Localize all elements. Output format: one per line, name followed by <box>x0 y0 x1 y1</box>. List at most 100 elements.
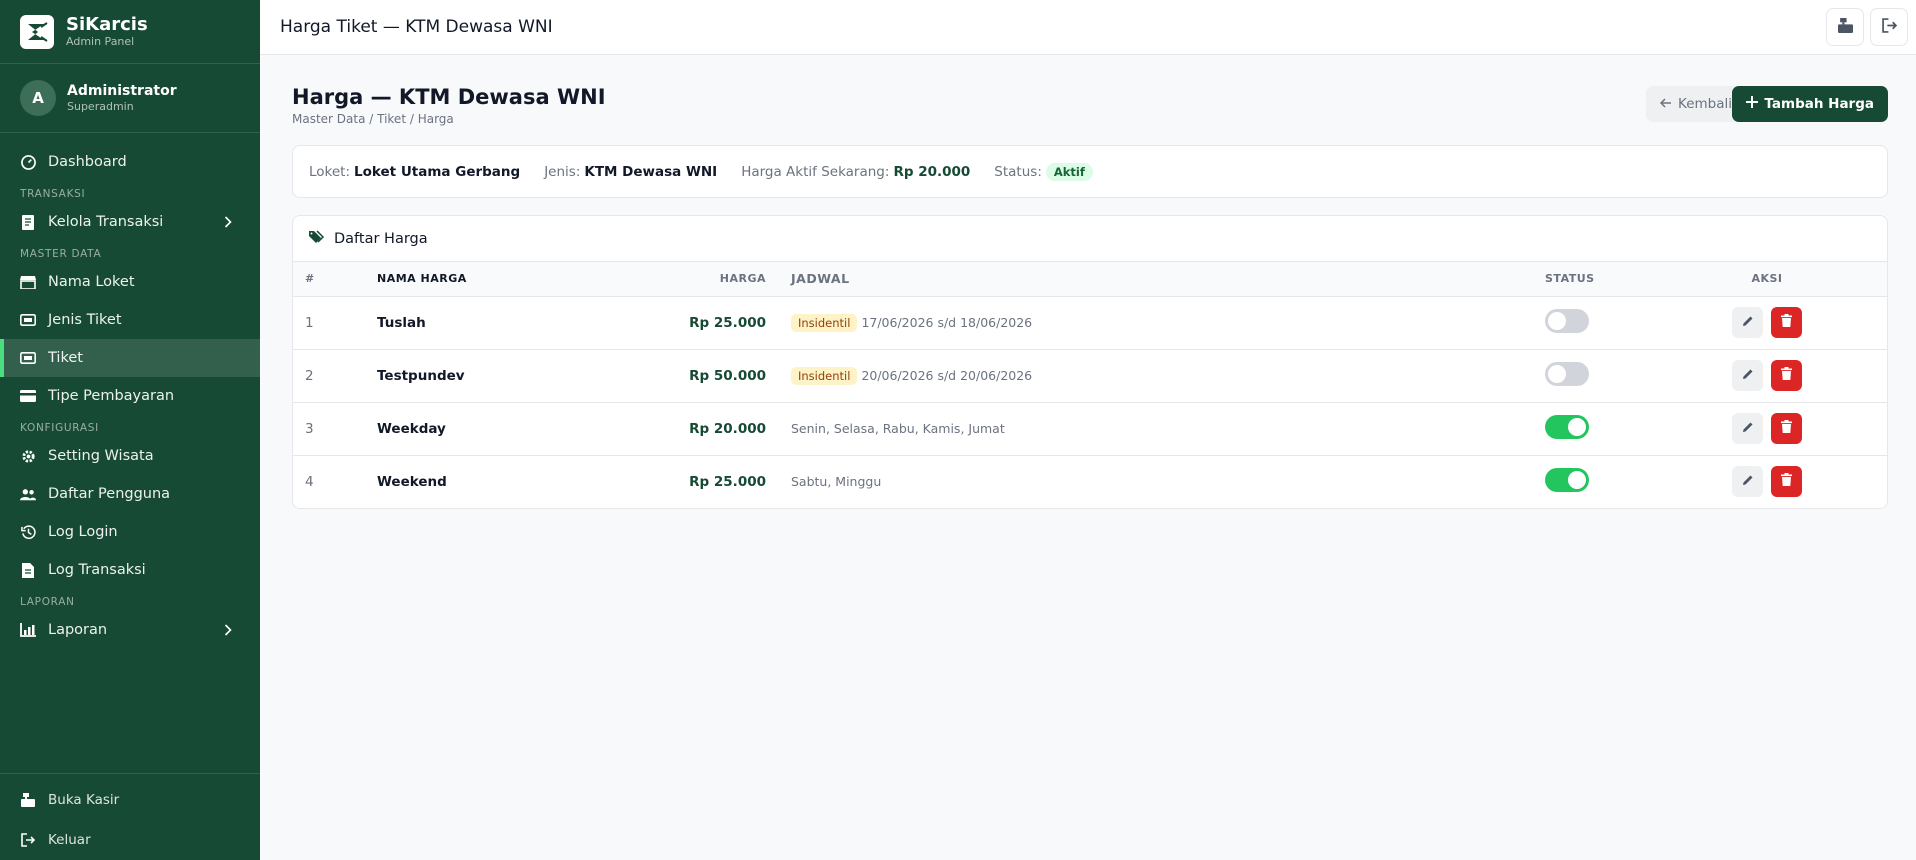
pencil-icon <box>1742 315 1754 331</box>
delete-button[interactable] <box>1771 413 1802 444</box>
schedule-text: 20/06/2026 s/d 20/06/2026 <box>861 368 1033 383</box>
cash-register-icon <box>1837 17 1853 37</box>
sidebar-item-log-transaksi[interactable]: Log Transaksi <box>0 551 260 589</box>
chevron-right-icon <box>224 216 232 232</box>
edit-button[interactable] <box>1732 360 1763 391</box>
info-status-label: Status: <box>994 163 1042 180</box>
schedule-cell: Insidentil 17/06/2026 s/d 18/06/2026 <box>766 296 1545 350</box>
schedule-cell: Insidentil 20/06/2026 s/d 20/06/2026 <box>766 349 1545 403</box>
nav-section-transaksi: TRANSAKSI <box>20 188 86 200</box>
sidebar-item-dashboard[interactable]: Dashboard <box>0 143 260 181</box>
nav-section-master-data: MASTER DATA <box>20 248 102 260</box>
info-loket-label: Loket: <box>309 163 351 180</box>
logout-top-button[interactable] <box>1870 8 1908 46</box>
sidebar-item-log-login[interactable]: Log Login <box>0 513 260 551</box>
sidebar-item-label: Tipe Pembayaran <box>48 388 175 404</box>
brand-subtitle: Admin Panel <box>66 35 135 48</box>
sidebar-item-kelola-transaksi[interactable]: Kelola Transaksi <box>0 203 260 241</box>
sidebar-item-jenis-tiket[interactable]: Jenis Tiket <box>0 301 260 339</box>
file-icon <box>20 562 36 578</box>
price-name: Tuslah <box>377 296 617 350</box>
brand-name: SiKarcis <box>66 14 148 35</box>
sidebar-item-nama-loket[interactable]: Nama Loket <box>0 263 260 301</box>
row-actions <box>1732 307 1802 338</box>
price-value: Rp 25.000 <box>689 473 766 490</box>
sidebar-item-tipe-pembayaran[interactable]: Tipe Pembayaran <box>0 377 260 415</box>
add-price-button[interactable]: Tambah Harga <box>1732 86 1888 122</box>
sidebar-item-label: Daftar Pengguna <box>48 486 171 502</box>
status-cell <box>1545 455 1647 508</box>
plus-icon <box>1746 96 1759 112</box>
price-table: # NAMA HARGA HARGA JADWAL STATUS AKSI 1T… <box>293 262 1887 508</box>
price-list-title: Daftar Harga <box>334 230 428 247</box>
sidebar-item-setting-wisata[interactable]: Setting Wisata <box>0 437 260 475</box>
open-cashier-button[interactable]: Buka Kasir <box>0 780 260 820</box>
row-actions <box>1732 360 1802 391</box>
logout-label: Keluar <box>48 832 91 848</box>
edit-button[interactable] <box>1732 307 1763 338</box>
status-toggle[interactable] <box>1545 361 1589 386</box>
edit-button[interactable] <box>1732 466 1763 498</box>
row-number: 2 <box>293 349 377 403</box>
cashier-button[interactable] <box>1826 8 1864 46</box>
row-actions <box>1732 413 1802 444</box>
sidebar-item-laporan[interactable]: Laporan <box>0 611 260 649</box>
sidebar-footer: Buka Kasir Keluar <box>0 773 260 860</box>
sidebar-item-label: Nama Loket <box>48 274 135 290</box>
avatar: A <box>20 80 56 116</box>
sidebar-nav: Dashboard TRANSAKSI Kelola Transaksi MAS… <box>0 133 260 649</box>
sidebar-item-label: Log Transaksi <box>48 562 146 578</box>
table-row: 2 Testpundev Rp 50.000 Insidentil 20/06/2026… <box>293 349 1887 403</box>
price-list-card: Daftar Harga # NAMA HARGA HARGA JADWAL S… <box>292 215 1888 509</box>
info-harga: Harga Aktif Sekarang: Rp 20.000 <box>741 164 970 180</box>
table-row: 4 Weekend Rp 25.000 Sabtu, Minggu <box>293 455 1887 508</box>
status-cell <box>1545 296 1647 350</box>
status-toggle[interactable] <box>1545 467 1589 492</box>
schedule-type-badge: Insidentil <box>791 314 858 332</box>
column-header-status: STATUS <box>1545 262 1647 297</box>
row-actions <box>1732 466 1802 498</box>
sidebar-item-tiket[interactable]: Tiket <box>0 339 260 377</box>
history-icon <box>20 524 36 540</box>
status-toggle[interactable] <box>1545 414 1589 439</box>
logo-icon <box>20 14 54 49</box>
table-row: 1 Tuslah Rp 25.000 Insidentil 17/06/2026 s/d… <box>293 296 1887 350</box>
chevron-right-icon <box>224 624 232 640</box>
row-number: 1 <box>293 296 377 350</box>
info-status: Status: Aktif <box>994 162 1093 181</box>
back-button[interactable]: Kembali <box>1646 86 1746 122</box>
action-cell <box>1647 402 1887 456</box>
sidebar-item-daftar-pengguna[interactable]: Daftar Pengguna <box>0 475 260 513</box>
delete-button[interactable] <box>1771 307 1802 338</box>
price-name: Testpundev <box>377 349 617 403</box>
schedule-type-badge: Insidentil <box>791 367 858 385</box>
sidebar-item-label: Dashboard <box>48 154 127 170</box>
table-header-row: # NAMA HARGA HARGA JADWAL STATUS AKSI <box>293 262 1887 297</box>
pencil-icon <box>1742 474 1754 490</box>
sidebar-item-label: Jenis Tiket <box>48 312 122 328</box>
credit-card-icon <box>20 388 36 404</box>
arrow-left-icon <box>1659 96 1672 112</box>
ticket-info-card: Loket: Loket Utama Gerbang Jenis: KTM De… <box>292 145 1888 198</box>
nav-section-konfigurasi: KONFIGURASI <box>20 422 99 434</box>
pencil-icon <box>1742 368 1754 384</box>
page-header-title: Harga Tiket — KTM Dewasa WNI <box>280 17 553 37</box>
action-cell <box>1647 349 1887 403</box>
brand: SiKarcis Admin Panel <box>0 0 260 64</box>
edit-button[interactable] <box>1732 413 1763 444</box>
logout-icon <box>1881 17 1897 37</box>
status-toggle[interactable] <box>1545 308 1589 333</box>
delete-button[interactable] <box>1771 466 1802 498</box>
status-cell <box>1545 402 1647 456</box>
ticket-icon <box>20 350 36 366</box>
table-row: 3 Weekday Rp 20.000 Senin, Selasa, Rabu, Ka… <box>293 402 1887 456</box>
trash-icon <box>1781 367 1792 384</box>
logout-button[interactable]: Keluar <box>0 820 260 860</box>
delete-button[interactable] <box>1771 360 1802 391</box>
price-value: Rp 25.000 <box>617 296 766 350</box>
user-role: Superadmin <box>67 100 134 113</box>
gear-icon <box>20 448 36 464</box>
column-header-schedule: JADWAL <box>766 262 1545 297</box>
status-badge: Aktif <box>1045 162 1093 181</box>
dashboard-icon <box>20 154 36 170</box>
